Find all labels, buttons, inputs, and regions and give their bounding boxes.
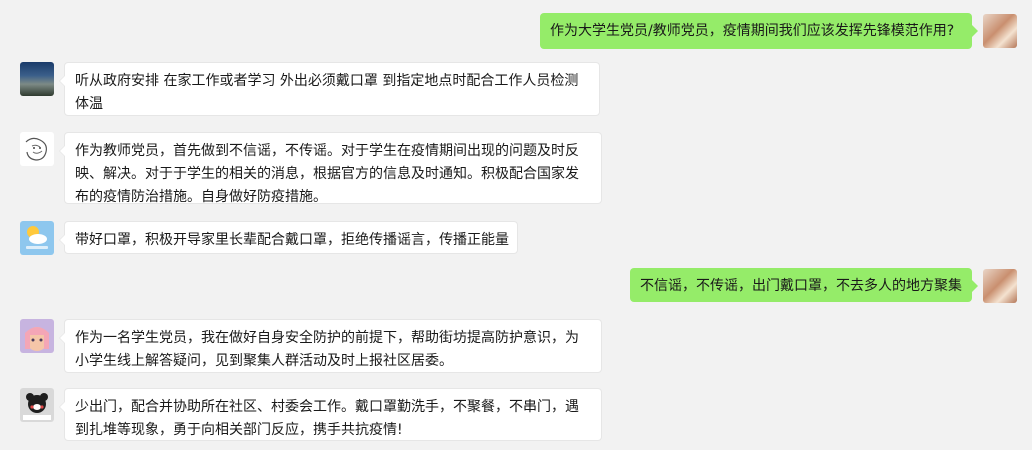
- sketch-drawing-icon: [25, 137, 47, 161]
- bear-mascot-icon: [23, 393, 51, 420]
- food-photo-avatar-icon[interactable]: [983, 269, 1017, 303]
- city-street-avatar-icon[interactable]: [20, 62, 54, 96]
- message-bubble-other[interactable]: 带好口罩，积极开导家里长辈配合戴口罩，拒绝传播谣言，传播正能量: [59, 221, 518, 254]
- anime-girl-avatar-icon[interactable]: [20, 319, 54, 353]
- bear-mascot-avatar-icon[interactable]: [20, 388, 54, 422]
- weather-sun-cloud-avatar-icon[interactable]: [20, 221, 54, 255]
- message-bubble-other[interactable]: 作为教师党员，首先做到不信谣，不传谣。对于学生在疫情期间出现的问题及时反映、解决…: [59, 132, 602, 205]
- sun-cloud-icon: [26, 226, 48, 249]
- message-bubble-other[interactable]: 听从政府安排 在家工作或者学习 外出必须戴口罩 到指定地点时配合工作人员检测体温: [59, 62, 600, 116]
- message-bubble-self[interactable]: 不信谣，不传谣，出门戴口罩，不去多人的地方聚集: [630, 268, 978, 302]
- food-photo-avatar-icon[interactable]: [983, 14, 1017, 48]
- anime-girl-icon: [25, 327, 49, 351]
- line-sketch-avatar-icon[interactable]: [20, 132, 54, 166]
- message-bubble-other[interactable]: 作为一名学生党员，我在做好自身安全防护的前提下，帮助街坊提高防护意识，为小学生线…: [59, 319, 602, 373]
- message-bubble-other[interactable]: 少出门，配合并协助所在社区、村委会工作。戴口罩勤洗手，不聚餐，不串门，遇到扎堆等…: [59, 388, 602, 441]
- message-bubble-self[interactable]: 作为大学生党员/教师党员，疫情期间我们应该发挥先锋模范作用?: [540, 13, 978, 49]
